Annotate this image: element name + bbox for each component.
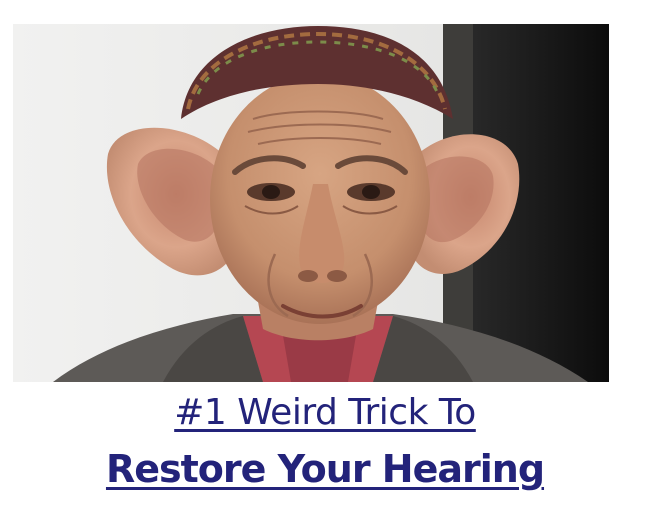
headline-line-2[interactable]: Restore Your Hearing [0,447,650,491]
advertisement-link[interactable]: #1 Weird Trick To Restore Your Hearing [0,0,650,528]
ad-photo[interactable] [13,24,609,382]
headline-line-1[interactable]: #1 Weird Trick To [0,392,650,433]
man-portrait-image [13,24,609,382]
